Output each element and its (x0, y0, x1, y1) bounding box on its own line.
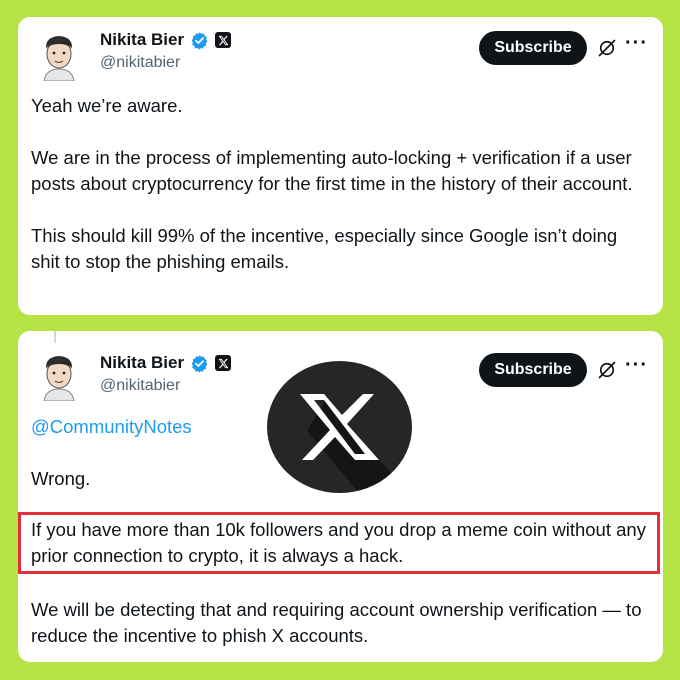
grok-icon[interactable] (597, 360, 617, 380)
x-logo-icon (215, 32, 232, 48)
tweet-paragraph: We are in the process of implementing au… (31, 147, 633, 194)
page: { "tweets": [ { "author_name": "Nikita B… (0, 0, 680, 680)
tweet-text: Yeah we’re aware. We are in the process … (31, 93, 651, 275)
tweet-paragraph: Yeah we’re aware. (31, 95, 183, 116)
highlighted-text: If you have more than 10k followers and … (31, 517, 651, 569)
subscribe-button[interactable]: Subscribe (479, 31, 587, 65)
more-options-icon[interactable]: ··· (625, 355, 648, 375)
author-row: Nikita Bier (100, 30, 232, 50)
author-name[interactable]: Nikita Bier (100, 353, 184, 373)
author-handle[interactable]: @nikitabier (100, 377, 180, 395)
subscribe-button[interactable]: Subscribe (479, 353, 587, 387)
more-options-icon[interactable]: ··· (625, 33, 648, 53)
verified-badge-icon (191, 354, 208, 373)
author-row: Nikita Bier (100, 353, 232, 373)
author-handle[interactable]: @nikitabier (100, 54, 180, 72)
tweet-paragraph: This should kill 99% of the incentive, e… (31, 225, 618, 272)
x-logo-circle (267, 361, 412, 493)
author-name[interactable]: Nikita Bier (100, 30, 184, 50)
grok-icon[interactable] (597, 38, 617, 58)
tweet-text: We will be detecting that and requiring … (31, 597, 651, 649)
verified-badge-icon (191, 31, 208, 50)
avatar[interactable] (32, 347, 86, 401)
tweet-paragraph: We will be detecting that and requiring … (31, 599, 642, 646)
thread-line (54, 331, 56, 343)
tweet-paragraph: If you have more than 10k followers and … (31, 519, 646, 566)
avatar[interactable] (32, 27, 86, 81)
tweet-card-1: Nikita Bier @nikitabier Subscribe ··· Ye… (18, 17, 663, 315)
x-logo-icon (215, 355, 232, 371)
